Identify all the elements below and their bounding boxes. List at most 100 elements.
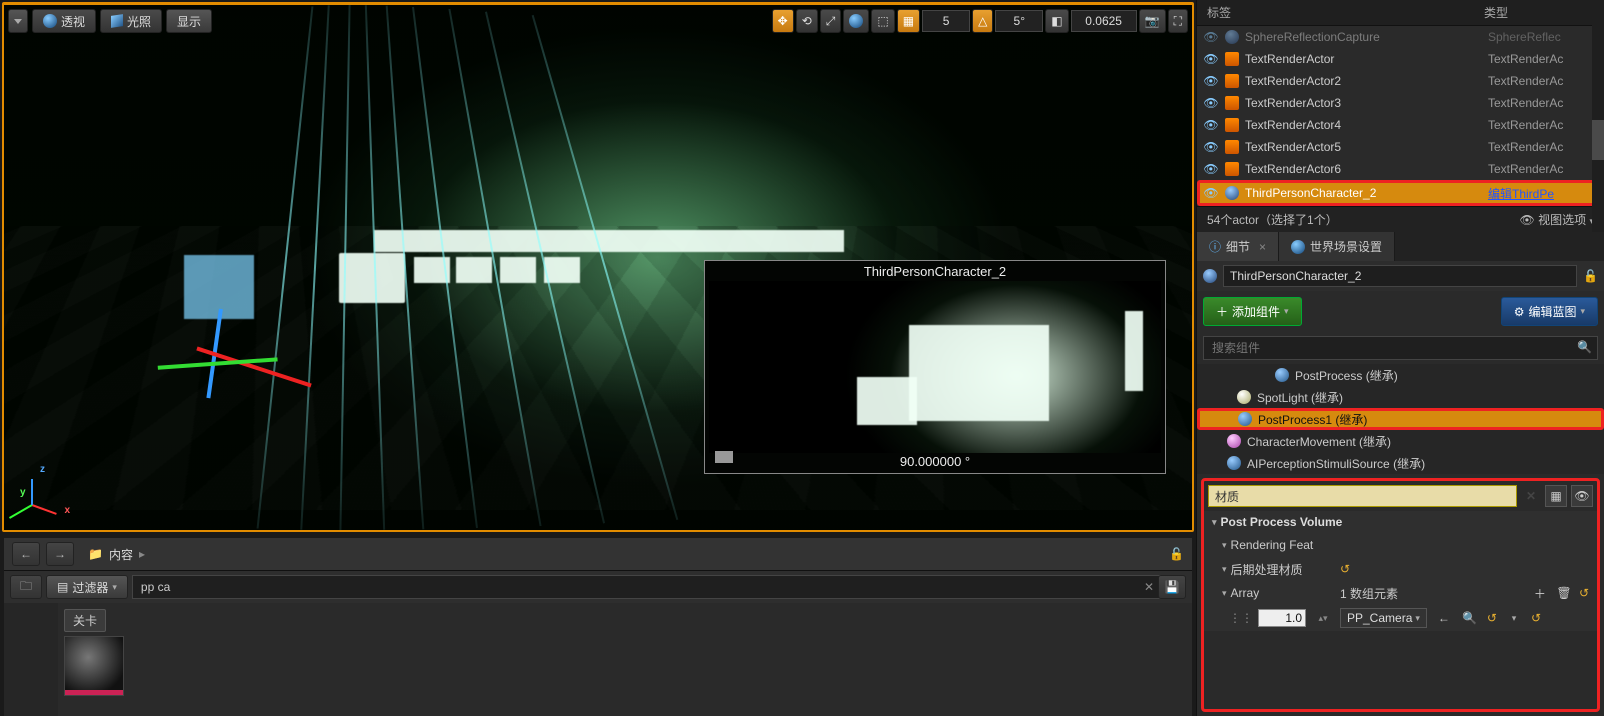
rotate-tool-button[interactable]: ⟲	[796, 9, 818, 33]
property-visibility-button[interactable]: 👁	[1571, 485, 1593, 507]
world-outliner: 标签 类型 👁 SphereReflectionCapture SphereRe…	[1197, 0, 1604, 232]
content-search-input[interactable]	[132, 575, 1166, 599]
reset-to-default-icon[interactable]: ↺	[1531, 611, 1541, 625]
visibility-icon[interactable]: 👁	[1203, 30, 1219, 44]
outliner-scrollbar[interactable]	[1592, 0, 1604, 232]
array-element-menu-button[interactable]: ▾	[1505, 609, 1523, 627]
component-search-input[interactable]	[1203, 336, 1598, 360]
coord-space-button[interactable]	[843, 9, 869, 33]
array-asset-dropdown[interactable]: PP_Camera▾	[1340, 608, 1427, 628]
scale-snap-input[interactable]	[1071, 10, 1137, 32]
details-property-panel: ✕ ▦ 👁 ▾Post Process Volume ▾Rendering Fe…	[1201, 478, 1600, 712]
lock-icon[interactable]: 🔓	[1169, 547, 1184, 561]
content-area[interactable]: 关卡	[58, 603, 1192, 716]
visibility-icon[interactable]: 👁	[1203, 52, 1219, 66]
viewport-toolbar-right: ✥ ⟲ ⤢ ⬚ ▦ △ ◧ 📷 ⛶	[772, 9, 1188, 33]
actor-count: 54个actor（选择了1个）	[1207, 211, 1338, 228]
tab-details[interactable]: ⓘ细节×	[1197, 232, 1279, 261]
outliner-row[interactable]: 👁 TextRenderActor6 TextRenderAc	[1197, 158, 1604, 180]
browse-asset-button[interactable]: 🔍	[1461, 609, 1479, 627]
component-row[interactable]: AIPerceptionStimuliSource (继承)	[1197, 452, 1604, 474]
grid-snap-button[interactable]: ▦	[897, 9, 920, 33]
array-clear-button[interactable]: 🗑	[1555, 584, 1573, 602]
show-button[interactable]: 显示	[166, 9, 212, 33]
outliner-row[interactable]: 👁 TextRenderActor3 TextRenderAc	[1197, 92, 1604, 114]
save-all-button[interactable]: 💾	[1158, 575, 1186, 599]
reset-to-default-icon[interactable]: ↺	[1340, 562, 1350, 576]
filter-button[interactable]: ▤ 过滤器 ▾	[46, 575, 128, 599]
content-sidebar[interactable]	[4, 603, 58, 716]
lock-icon[interactable]: 🔓	[1583, 269, 1598, 283]
category-post-process-volume[interactable]: ▾Post Process Volume	[1204, 511, 1597, 533]
view-options-button[interactable]: 👁 视图选项 ▾	[1520, 211, 1594, 228]
component-row[interactable]: CharacterMovement (继承)	[1197, 430, 1604, 452]
viewport-menu-button[interactable]	[8, 9, 28, 33]
prop-array[interactable]: ▾Array	[1222, 586, 1332, 600]
ai-icon	[1227, 456, 1241, 470]
add-component-button[interactable]: ＋添加组件▾	[1203, 297, 1302, 326]
grid-snap-input[interactable]	[922, 10, 970, 32]
outliner-row-selected[interactable]: 👁 ThirdPersonCharacter_2 编辑ThirdPe	[1197, 180, 1604, 206]
surface-snap-button[interactable]: ⬚	[871, 9, 894, 33]
viewport[interactable]: 透视 光照 显示 ✥ ⟲ ⤢ ⬚ ▦ △ ◧ 📷 ⛶	[2, 2, 1194, 532]
angle-snap-input[interactable]	[995, 10, 1043, 32]
tab-world-settings[interactable]: 世界场景设置	[1279, 232, 1395, 261]
visibility-icon[interactable]: 👁	[1203, 118, 1219, 132]
category-rendering-features[interactable]: ▾Rendering Feat	[1222, 538, 1332, 552]
outliner-row[interactable]: 👁 TextRenderActor5 TextRenderAc	[1197, 136, 1604, 158]
visibility-icon[interactable]: 👁	[1203, 186, 1219, 200]
use-selected-asset-button[interactable]: ←	[1435, 609, 1453, 627]
property-matrix-button[interactable]: ▦	[1545, 485, 1567, 507]
outliner-row[interactable]: 👁 TextRenderActor TextRenderAc	[1197, 48, 1604, 70]
axis-gizmo: x y z	[22, 468, 70, 516]
reset-to-default-icon[interactable]: ↺	[1579, 586, 1589, 600]
nav-back-button[interactable]: ←	[12, 542, 40, 566]
preview-fov: 90.000000 °	[705, 454, 1165, 469]
component-tree: PostProcess (继承) SpotLight (继承) PostProc…	[1197, 364, 1604, 474]
folder-chip[interactable]: 关卡	[64, 609, 106, 632]
light-icon	[111, 14, 123, 28]
component-row[interactable]: PostProcess (继承)	[1197, 364, 1604, 386]
outliner-row[interactable]: 👁 TextRenderActor2 TextRenderAc	[1197, 70, 1604, 92]
outliner-row[interactable]: 👁 SphereReflectionCapture SphereReflec	[1197, 26, 1604, 48]
actor-icon	[1225, 186, 1239, 200]
scale-tool-button[interactable]: ⤢	[820, 9, 842, 33]
visibility-icon[interactable]: 👁	[1203, 74, 1219, 88]
viewport-toolbar-left: 透视 光照 显示	[8, 9, 212, 33]
nav-forward-button[interactable]: →	[46, 542, 74, 566]
reset-to-default-icon[interactable]: ↺	[1487, 611, 1497, 625]
preview-title: ThirdPersonCharacter_2	[705, 261, 1165, 279]
visibility-icon[interactable]: 👁	[1203, 140, 1219, 154]
translate-tool-button[interactable]: ✥	[772, 9, 794, 33]
property-search-input[interactable]	[1208, 485, 1517, 507]
spinner-icon[interactable]: ▴▾	[1314, 609, 1332, 627]
actor-icon	[1225, 30, 1239, 44]
selected-actor-name-input[interactable]	[1223, 265, 1577, 287]
visibility-icon[interactable]: 👁	[1203, 162, 1219, 176]
array-add-button[interactable]: ＋	[1531, 584, 1549, 602]
scale-snap-button[interactable]: ◧	[1045, 9, 1068, 33]
postprocess-icon	[1238, 412, 1252, 426]
actor-icon	[1225, 52, 1239, 66]
content-browser: ← → 📁 内容 ▸ 🔓 🗀 ▤ 过滤器 ▾ ✕ 💾	[4, 538, 1192, 716]
asset-thumbnail[interactable]	[64, 636, 124, 696]
edit-blueprint-button[interactable]: ⚙编辑蓝图▾	[1501, 297, 1598, 326]
clear-search-button[interactable]: ✕	[1521, 489, 1541, 503]
camera-speed-button[interactable]: 📷	[1139, 9, 1166, 33]
close-tab-icon[interactable]: ×	[1259, 240, 1266, 254]
perspective-button[interactable]: 透视	[32, 9, 96, 33]
drag-handle-icon[interactable]: ⋮⋮	[1232, 609, 1250, 627]
component-row-selected[interactable]: PostProcess1 (继承)	[1197, 408, 1604, 430]
breadcrumb[interactable]: 📁 内容 ▸	[80, 546, 153, 563]
angle-snap-button[interactable]: △	[972, 9, 993, 33]
maximize-viewport-button[interactable]: ⛶	[1168, 9, 1188, 33]
sources-toggle-button[interactable]: 🗀	[10, 575, 42, 599]
component-row[interactable]: SpotLight (继承)	[1197, 386, 1604, 408]
outliner-row[interactable]: 👁 TextRenderActor4 TextRenderAc	[1197, 114, 1604, 136]
prop-post-process-material[interactable]: ▾后期处理材质	[1222, 561, 1332, 578]
array-weight-input[interactable]	[1258, 609, 1306, 627]
transform-gizmo[interactable]	[154, 275, 314, 405]
clear-search-icon[interactable]: ✕	[1144, 580, 1154, 594]
visibility-icon[interactable]: 👁	[1203, 96, 1219, 110]
lighting-button[interactable]: 光照	[100, 9, 162, 33]
